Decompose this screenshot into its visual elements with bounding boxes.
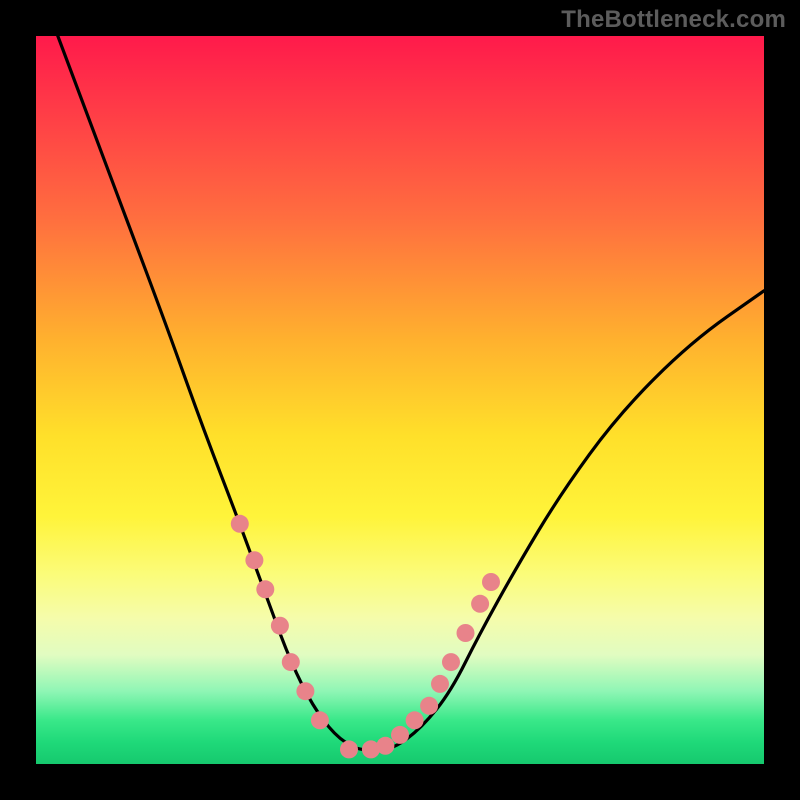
highlight-dot xyxy=(431,675,449,693)
highlight-dot xyxy=(457,624,475,642)
highlight-dot xyxy=(231,515,249,533)
plot-area xyxy=(36,36,764,764)
highlight-dot xyxy=(282,653,300,671)
highlight-dot xyxy=(311,711,329,729)
highlight-dot xyxy=(482,573,500,591)
highlight-dot xyxy=(340,740,358,758)
chart-frame: TheBottleneck.com xyxy=(0,0,800,800)
highlight-dot-group xyxy=(231,515,500,759)
highlight-dot xyxy=(391,726,409,744)
bottleneck-curve-path xyxy=(36,36,764,749)
highlight-dot xyxy=(442,653,460,671)
highlight-dot xyxy=(271,617,289,635)
highlight-dot xyxy=(245,551,263,569)
watermark-text: TheBottleneck.com xyxy=(561,6,786,34)
highlight-dot xyxy=(376,737,394,755)
highlight-dot xyxy=(420,697,438,715)
curve-svg xyxy=(36,36,764,764)
highlight-dot xyxy=(296,682,314,700)
highlight-dot xyxy=(406,711,424,729)
highlight-dot xyxy=(471,595,489,613)
highlight-dot xyxy=(256,580,274,598)
